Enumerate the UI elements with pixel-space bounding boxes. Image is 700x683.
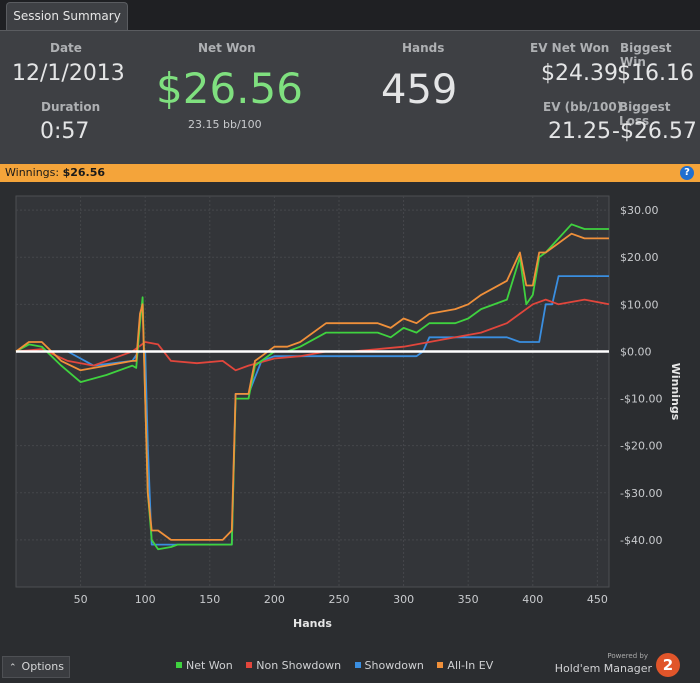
biggest-win-value: $16.16 [617,61,694,86]
net-won-label: Net Won [198,41,256,55]
legend-swatch-net-won [176,662,182,668]
x-tick-label: 250 [328,593,349,606]
y-tick-label: $30.00 [620,204,659,217]
y-tick-label: -$20.00 [620,440,662,453]
y-tick-label: -$40.00 [620,534,662,547]
winnings-chart-area: $30.00 $20.00 $10.00 $0.00 -$10.00 -$20.00 -$3… [0,182,700,652]
chevron-up-icon: ⌃ [9,663,17,673]
date-value: 12/1/2013 [12,61,125,86]
x-tick-label: 50 [74,593,88,606]
x-tick-label: 400 [522,593,543,606]
winnings-label: Winnings: [5,166,60,179]
holdem-manager-brand: Powered by Hold'em Manager 2 [552,652,692,683]
hands-label: Hands [402,41,445,55]
brand-name: Hold'em Manager [554,662,652,675]
legend-swatch-non-showdown [246,662,253,668]
winnings-value: $26.56 [62,166,106,179]
winnings-banner-text: Winnings: $26.56 [5,164,105,182]
footer: ⌃ Options Net Won Non Showdown Showdown A… [0,652,700,683]
tab-bar: Session Summary [0,0,700,30]
y-tick-label: $20.00 [620,251,659,264]
options-button[interactable]: ⌃ Options [2,656,70,678]
winnings-chart: $30.00 $20.00 $10.00 $0.00 -$10.00 -$20.00 -$3… [15,195,682,630]
biggest-loss-value: -$26.57 [612,119,697,144]
date-label: Date [50,41,82,55]
legend-swatch-all-in-ev [437,662,444,668]
legend-item-non-showdown[interactable]: Non Showdown [246,659,341,672]
legend-label-non-showdown: Non Showdown [256,659,342,672]
x-tick-label: 300 [393,593,414,606]
options-label: Options [21,660,64,673]
net-won-value: $26.56 [156,64,303,113]
ev-bb-label: EV (bb/100) [543,100,623,114]
ev-bb-value: 21.25 [548,119,611,144]
hands-value: 459 [381,67,458,113]
x-tick-label: 450 [587,593,608,606]
y-tick-label: $0.00 [620,345,652,358]
y-tick-label: -$10.00 [620,393,662,406]
y-axis-label: Winnings [669,363,682,421]
y-tick-label: $10.00 [620,298,659,311]
x-tick-label: 350 [458,593,479,606]
tab-session-summary[interactable]: Session Summary [6,2,128,30]
legend-label-all-in-ev: All-In EV [447,659,494,672]
legend-item-net-won[interactable]: Net Won [176,659,233,672]
duration-value: 0:57 [40,119,90,144]
legend-label-showdown: Showdown [364,659,424,672]
winnings-banner: Winnings: $26.56 ? [0,164,700,182]
legend-swatch-showdown [354,662,361,668]
legend-item-showdown[interactable]: Showdown [354,659,424,672]
chart-legend: Net Won Non Showdown Showdown All-In EV [176,659,503,672]
x-tick-label: 200 [264,593,285,606]
legend-label-net-won: Net Won [186,659,233,672]
legend-item-all-in-ev[interactable]: All-In EV [437,659,493,672]
powered-by-text: Powered by [607,652,648,660]
net-won-bb: 23.15 bb/100 [188,118,262,131]
holdem-manager-logo-icon: 2 [656,653,680,677]
help-icon[interactable]: ? [680,166,694,180]
x-tick-label: 150 [199,593,220,606]
session-summary-panel: Date 12/1/2013 Duration 0:57 Net Won $26… [0,30,700,164]
x-tick-label: 100 [135,593,156,606]
duration-label: Duration [41,100,101,114]
ev-net-won-label: EV Net Won [530,41,610,55]
y-tick-label: -$30.00 [620,487,662,500]
x-axis-label: Hands [293,617,332,630]
ev-net-won-value: $24.39 [541,61,618,86]
